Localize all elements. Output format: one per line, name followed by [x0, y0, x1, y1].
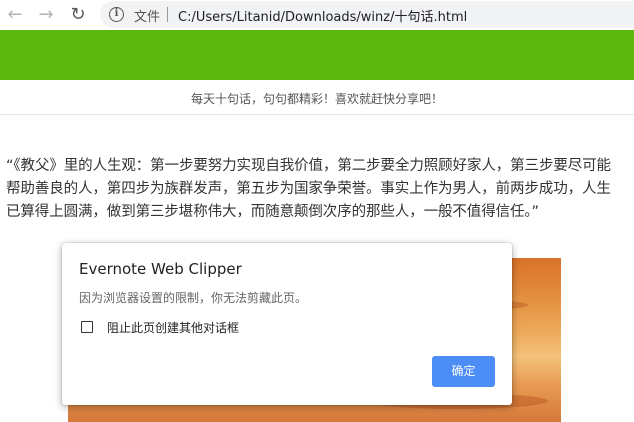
address-bar[interactable]: i 文件 C:/Users/Litanid/Downloads/winz/十句话…	[100, 1, 634, 28]
browser-toolbar: ← → ↻ i 文件 C:/Users/Litanid/Downloads/wi…	[0, 0, 634, 30]
back-arrow-icon[interactable]: ←	[3, 3, 27, 27]
url-text[interactable]: C:/Users/Litanid/Downloads/winz/十句话.html	[178, 6, 467, 25]
ok-button[interactable]: 确定	[432, 356, 495, 387]
dialog-title: Evernote Web Clipper	[79, 260, 242, 278]
divider	[0, 114, 634, 115]
prevent-dialogs-checkbox[interactable]	[81, 321, 93, 333]
reload-icon[interactable]: ↻	[66, 3, 90, 27]
scheme-label: 文件	[134, 10, 161, 25]
quote-text: “《教父》里的人生观：第一步要努力实现自我价值，第二步要全力照顾好家人，第三步要…	[6, 158, 611, 220]
url-separator	[167, 7, 168, 22]
header-banner	[0, 30, 634, 80]
forward-arrow-icon[interactable]: →	[34, 3, 58, 27]
evernote-dialog: Evernote Web Clipper 因为浏览器设置的限制，你无法剪藏此页。…	[62, 243, 512, 405]
checkbox-label[interactable]: 阻止此页创建其他对话框	[107, 319, 239, 336]
page-subtitle: 每天十句话，句句都精彩！喜欢就赶快分享吧！	[190, 92, 443, 106]
info-icon[interactable]: i	[109, 7, 124, 22]
dialog-message: 因为浏览器设置的限制，你无法剪藏此页。	[79, 291, 308, 305]
